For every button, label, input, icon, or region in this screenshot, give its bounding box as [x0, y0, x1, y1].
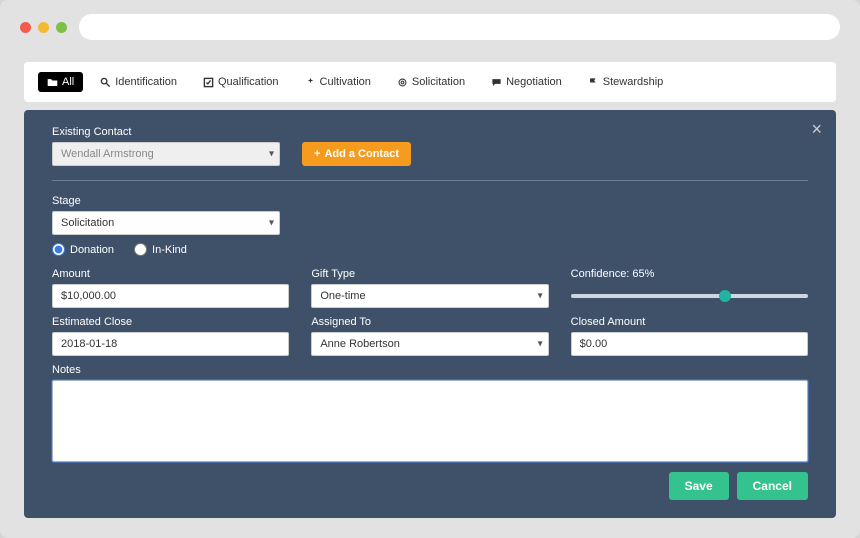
tab-label: Solicitation: [412, 76, 465, 88]
cancel-button[interactable]: Cancel: [737, 472, 808, 500]
browser-chrome: [0, 0, 860, 54]
tab-label: Identification: [115, 76, 177, 88]
type-radio-group: Donation In-Kind: [52, 243, 808, 256]
radio-inkind-label: In-Kind: [152, 244, 187, 256]
tab-label: Negotiation: [506, 76, 562, 88]
gift-type-select[interactable]: One-time: [311, 284, 548, 308]
tab-negotiation[interactable]: Negotiation: [482, 72, 571, 92]
tab-cultivation[interactable]: Cultivation: [296, 72, 380, 92]
minimize-window-icon[interactable]: [38, 22, 49, 33]
existing-contact-select[interactable]: [52, 142, 280, 166]
gift-type-label: Gift Type: [311, 268, 548, 280]
est-close-label: Estimated Close: [52, 316, 289, 328]
sparkle-icon: [305, 77, 316, 88]
confidence-label: Confidence: 65%: [571, 268, 808, 280]
close-icon[interactable]: ×: [811, 120, 822, 138]
slider-thumb[interactable]: [719, 290, 731, 302]
existing-contact-select-wrap: [52, 142, 280, 166]
opportunity-modal: × Existing Contact + Add a Contact Stage…: [24, 110, 836, 518]
tab-qualification[interactable]: Qualification: [194, 72, 288, 92]
tab-label: Stewardship: [603, 76, 664, 88]
notes-label: Notes: [52, 364, 808, 376]
tabs-strip: All Identification Qualification Cultiva…: [24, 62, 836, 102]
folder-open-icon: [47, 77, 58, 88]
save-button[interactable]: Save: [669, 472, 729, 500]
amount-input[interactable]: [52, 284, 289, 308]
amount-label: Amount: [52, 268, 289, 280]
tab-label: Qualification: [218, 76, 279, 88]
slider-track: [571, 294, 808, 298]
address-bar[interactable]: [79, 14, 840, 40]
modal-footer: Save Cancel: [52, 472, 808, 500]
confidence-slider[interactable]: [571, 284, 808, 308]
add-contact-label: Add a Contact: [324, 148, 399, 160]
tab-label: All: [62, 76, 74, 88]
notes-textarea[interactable]: [52, 380, 808, 462]
radio-donation-input[interactable]: [52, 243, 65, 256]
radio-inkind-input[interactable]: [134, 243, 147, 256]
assigned-to-label: Assigned To: [311, 316, 548, 328]
radio-donation[interactable]: Donation: [52, 243, 114, 256]
gift-type-select-wrap: One-time: [311, 284, 548, 308]
tab-solicitation[interactable]: Solicitation: [388, 72, 474, 92]
existing-contact-label: Existing Contact: [52, 126, 280, 138]
add-contact-button[interactable]: + Add a Contact: [302, 142, 411, 166]
maximize-window-icon[interactable]: [56, 22, 67, 33]
stage-select-wrap: Solicitation: [52, 211, 280, 235]
check-square-icon: [203, 77, 214, 88]
traffic-lights: [20, 22, 67, 33]
radio-donation-label: Donation: [70, 244, 114, 256]
browser-window: All Identification Qualification Cultiva…: [0, 0, 860, 538]
assigned-to-select-wrap: Anne Robertson: [311, 332, 548, 356]
tab-identification[interactable]: Identification: [91, 72, 186, 92]
est-close-input[interactable]: [52, 332, 289, 356]
target-icon: [397, 77, 408, 88]
tab-all[interactable]: All: [38, 72, 83, 92]
close-window-icon[interactable]: [20, 22, 31, 33]
divider: [52, 180, 808, 181]
tabs-panel: All Identification Qualification Cultiva…: [24, 62, 836, 102]
assigned-to-select[interactable]: Anne Robertson: [311, 332, 548, 356]
search-icon: [100, 77, 111, 88]
radio-inkind[interactable]: In-Kind: [134, 243, 187, 256]
chat-icon: [491, 77, 502, 88]
tab-label: Cultivation: [320, 76, 371, 88]
tab-stewardship[interactable]: Stewardship: [579, 72, 673, 92]
closed-amount-input[interactable]: [571, 332, 808, 356]
stage-select[interactable]: Solicitation: [52, 211, 280, 235]
flag-icon: [588, 77, 599, 88]
plus-icon: +: [314, 148, 320, 160]
stage-label: Stage: [52, 195, 280, 207]
closed-amount-label: Closed Amount: [571, 316, 808, 328]
